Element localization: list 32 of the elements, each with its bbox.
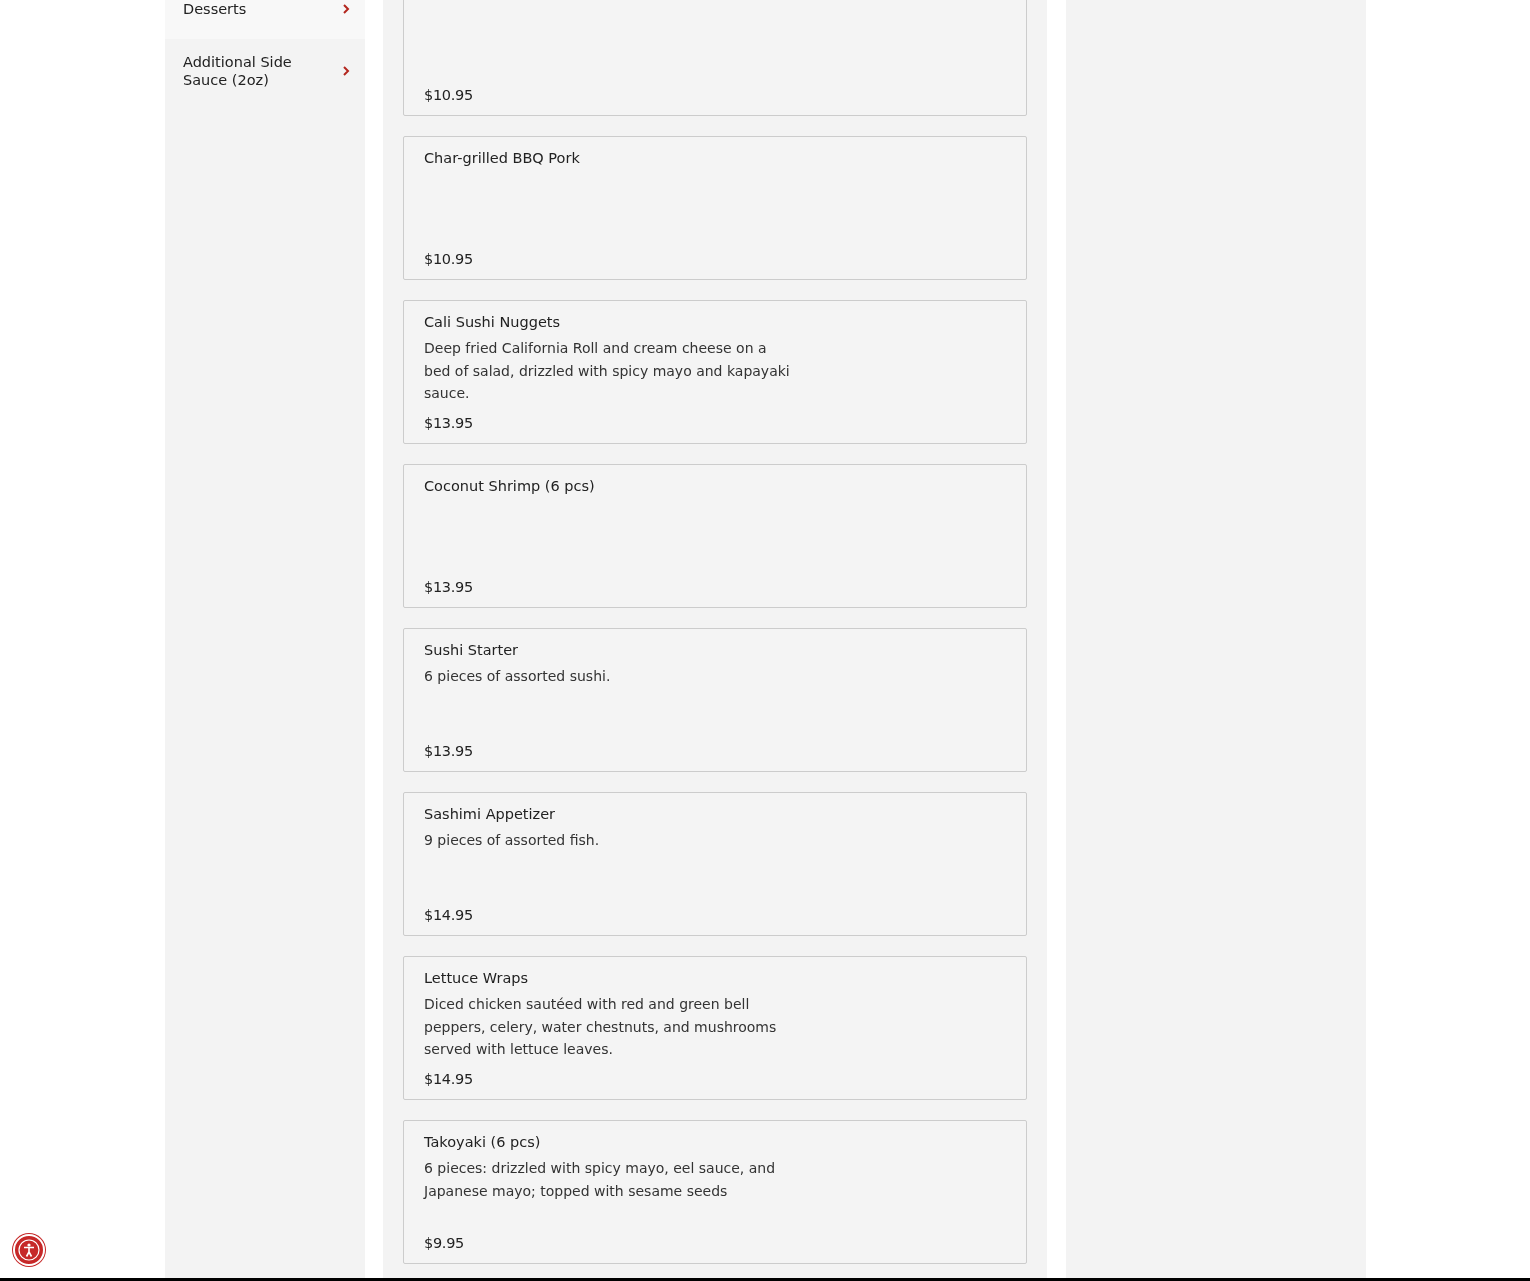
item-name: Takoyaki (6 pcs) [424, 1133, 542, 1151]
menu-item-card[interactable]: Cali Sushi Nuggets Deep fried California Roll and cream cheese on a bed of salad, drizzled with spicy mayo and kapayaki sauce. $13.95 [403, 300, 1027, 444]
category-item[interactable]: Desserts [165, 0, 365, 39]
menu-item-card[interactable]: Takoyaki (6 pcs) 6 pieces: drizzled with spicy mayo, eel sauce, and Japanese mayo; topped with sesame seeds $9.95 [403, 1120, 1027, 1264]
item-name: Coconut Shrimp (6 pcs) [424, 477, 596, 495]
menu-item-card[interactable]: Coconut Shrimp (6 pcs) $13.95 [403, 464, 1027, 608]
item-price: $10.95 [424, 87, 474, 103]
item-description: Diced chicken sautéed with red and green bell peppers, celery, water chestnuts, and mushrooms served with lettuce leaves. [424, 995, 778, 1059]
item-price: $14.95 [424, 907, 474, 923]
chevron-right-icon [343, 66, 350, 76]
item-price: $10.95 [424, 251, 474, 267]
menu-item-card[interactable]: $10.95 [403, 0, 1027, 116]
item-name: Sashimi Appetizer [424, 805, 557, 823]
item-price: $13.95 [424, 415, 474, 431]
item-description: 6 pieces of assorted sushi. [424, 667, 612, 686]
menu-item-card[interactable]: Lettuce Wraps Diced chicken sautéed with red and green bell peppers, celery, water chestnuts, and mushrooms served with lettuce leaves. $14.95 [403, 956, 1027, 1100]
item-description: 9 pieces of assorted fish. [424, 831, 601, 850]
item-name: Sushi Starter [424, 641, 520, 659]
menu-item-card[interactable]: Char-grilled BBQ Pork $10.95 [403, 136, 1027, 280]
item-name: Cali Sushi Nuggets [424, 313, 562, 331]
menu-item-card[interactable]: Sashimi Appetizer 9 pieces of assorted fish. $14.95 [403, 792, 1027, 936]
chevron-right-icon [343, 4, 350, 14]
accessibility-button[interactable] [13, 1234, 45, 1266]
item-price: $13.95 [424, 743, 474, 759]
item-description: Deep fried California Roll and cream cheese on a bed of salad, drizzled with spicy mayo and kapayaki sauce. [424, 339, 791, 403]
item-name: Char-grilled BBQ Pork [424, 149, 581, 167]
menu-item-card[interactable]: Sushi Starter 6 pieces of assorted sushi. $13.95 [403, 628, 1027, 772]
item-description: 6 pieces: drizzled with spicy mayo, eel sauce, and Japanese mayo; topped with sesame seeds [424, 1159, 777, 1201]
item-price: $13.95 [424, 579, 474, 595]
item-price: $14.95 [424, 1071, 474, 1087]
item-name: Lettuce Wraps [424, 969, 530, 987]
item-price: $9.95 [424, 1235, 465, 1251]
